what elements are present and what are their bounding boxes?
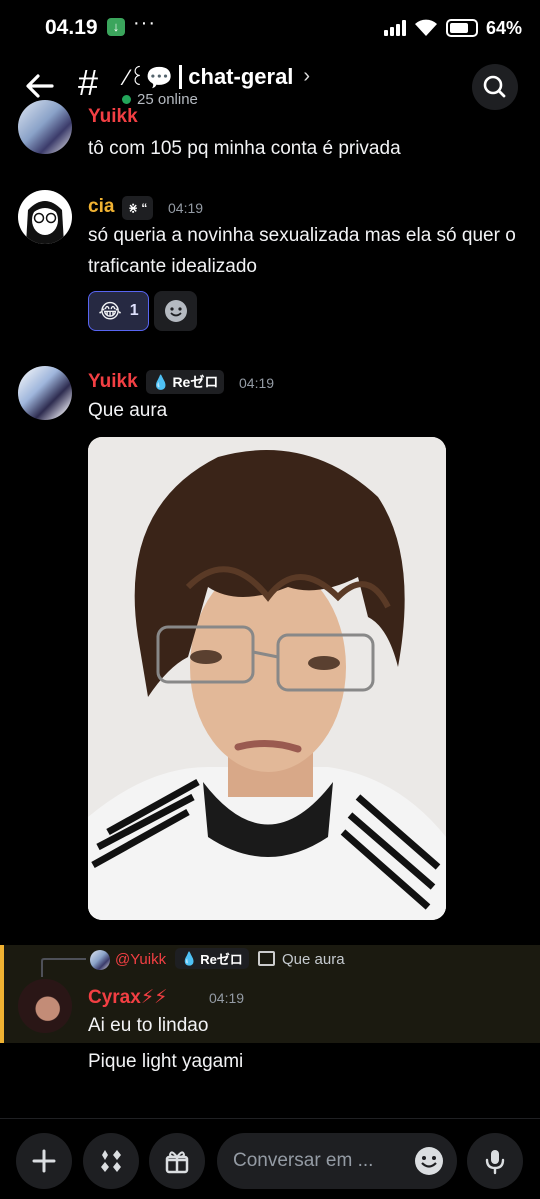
- channel-name: chat-geral: [188, 63, 294, 89]
- message[interactable]: cia ⋇ “ 04:19 só queria a novinha sexual…: [0, 188, 540, 338]
- plus-icon: [32, 1149, 56, 1173]
- message-input[interactable]: Conversar em ...: [217, 1133, 457, 1189]
- message[interactable]: Yuikk tô com 105 pq minha conta é privad…: [0, 100, 540, 168]
- online-label: 25 online: [137, 91, 198, 108]
- status-bar: 04.19 ↓ ··· 64%: [0, 0, 540, 56]
- back-arrow-icon[interactable]: [22, 68, 58, 104]
- droplet-icon: 💧: [152, 373, 170, 390]
- image-icon: [258, 951, 275, 966]
- voice-message-button[interactable]: [467, 1133, 523, 1189]
- channel-header: # ⁄꒰💬 chat-geral › 25 online: [0, 56, 540, 118]
- microphone-icon: [485, 1150, 505, 1175]
- message-author[interactable]: Yuikk: [88, 371, 138, 393]
- channel-title[interactable]: ⁄꒰💬 chat-geral ›: [125, 62, 310, 91]
- apps-icon: [101, 1150, 121, 1172]
- highlighted-reply-message[interactable]: @Yuikk 💧 Reゼロ Que aura Cyrax⚡⚡ 04:19 Ai …: [0, 945, 540, 1043]
- badge-label: Reゼロ: [172, 374, 219, 390]
- reaction-button[interactable]: 😂 1: [88, 291, 149, 331]
- message-text: Pique light yagami: [88, 1051, 244, 1072]
- search-button[interactable]: [472, 64, 518, 110]
- message-timestamp: 04:19: [168, 200, 204, 216]
- search-icon: [483, 75, 506, 98]
- reply-preview-text[interactable]: Que aura: [282, 951, 345, 968]
- badge-label: Reゼロ: [200, 952, 243, 967]
- user-avatar[interactable]: [18, 190, 72, 244]
- channel-hash-icon: #: [78, 62, 99, 103]
- apps-button[interactable]: [83, 1133, 139, 1189]
- droplet-icon: 💧: [181, 950, 198, 966]
- user-avatar[interactable]: [18, 100, 72, 154]
- message-author[interactable]: cia: [88, 196, 114, 218]
- user-avatar[interactable]: [18, 979, 72, 1033]
- wifi-icon: [414, 19, 437, 36]
- battery-icon: [445, 19, 478, 37]
- smiley-icon: [164, 300, 187, 322]
- online-dot-icon: [122, 95, 131, 104]
- message-text: Ai eu to lindao: [88, 1015, 209, 1036]
- message-text: só queria a novinha sexualizada mas ela …: [88, 225, 516, 277]
- reaction-count: 1: [129, 302, 139, 319]
- download-icon: ↓: [107, 18, 125, 36]
- composer-bar: Conversar em ...: [0, 1118, 540, 1199]
- user-badge: ⋇ “: [122, 196, 154, 220]
- user-badge: 💧 Reゼロ: [146, 370, 225, 394]
- channel-emoji: ⁄꒰💬: [125, 65, 174, 90]
- message-input-placeholder: Conversar em ...: [233, 1150, 374, 1171]
- message-text: tô com 105 pq minha conta é privada: [88, 138, 401, 159]
- add-attachment-button[interactable]: [16, 1133, 72, 1189]
- message-image-attachment[interactable]: [88, 437, 446, 920]
- signal-icon: [383, 20, 406, 36]
- add-reaction-button[interactable]: [154, 291, 197, 331]
- channel-divider: [179, 64, 183, 89]
- reply-user-badge: 💧 Reゼロ: [175, 948, 249, 969]
- chevron-right-icon: ›: [303, 65, 311, 87]
- reply-mention[interactable]: @Yuikk: [115, 951, 166, 968]
- status-time: 04.19: [45, 16, 98, 39]
- message-timestamp: 04:19: [239, 375, 275, 391]
- gift-button[interactable]: [149, 1133, 205, 1189]
- reply-avatar: [90, 950, 110, 970]
- emoji-picker-icon[interactable]: [413, 1145, 445, 1177]
- message-author[interactable]: Cyrax⚡⚡: [88, 986, 168, 1009]
- gift-icon: [165, 1151, 189, 1174]
- message-author[interactable]: Yuikk: [88, 106, 138, 128]
- message-text: Que aura: [88, 400, 168, 421]
- more-notifications-icon: ···: [133, 12, 156, 34]
- reaction-emoji: 😂: [98, 300, 122, 323]
- message-timestamp: 04:19: [209, 990, 245, 1006]
- battery-level: 64%: [485, 17, 522, 38]
- user-avatar[interactable]: [18, 366, 72, 420]
